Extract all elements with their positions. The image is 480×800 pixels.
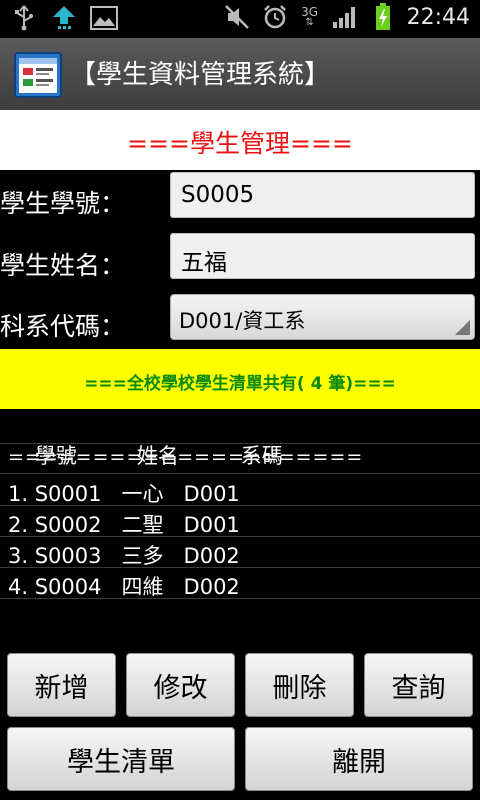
alarm-icon (261, 3, 289, 31)
spinner-arrow-icon (455, 320, 470, 335)
delete-button[interactable]: 刪除 (245, 653, 354, 717)
app-icon (14, 52, 62, 98)
department-spinner-value: D001/資工系 (179, 309, 306, 333)
student-name-input[interactable]: 五福 (170, 233, 475, 279)
divider (0, 567, 480, 568)
divider (0, 598, 480, 599)
divider (0, 536, 480, 537)
divider (0, 505, 480, 506)
mute-icon (223, 3, 251, 31)
department-spinner[interactable]: D001/資工系 (170, 294, 475, 340)
query-button[interactable]: 查詢 (364, 653, 473, 717)
network-type-icon: 3G ⇅ (301, 5, 319, 28)
summary-text: ===全校學校學生清單共有( 4 筆)=== (84, 374, 396, 394)
upload-icon (50, 4, 78, 32)
student-id-label: 學生學號： (0, 189, 126, 218)
list-separator: ===================== (8, 446, 364, 468)
exit-button[interactable]: 離開 (245, 727, 473, 791)
student-id-input[interactable]: S0005 (170, 172, 475, 218)
list-item[interactable]: 1. S0001 一心 D001 (8, 478, 240, 508)
app-title-bar: 【學生資料管理系統】 (0, 38, 480, 111)
app-title: 【學生資料管理系統】 (70, 60, 331, 90)
list-item[interactable]: 3. S0003 三多 D002 (8, 540, 240, 570)
divider (0, 443, 480, 444)
edit-button[interactable]: 修改 (126, 653, 235, 717)
signal-icon (331, 3, 359, 31)
student-list-button[interactable]: 學生清單 (7, 727, 235, 791)
status-bar: 3G ⇅ 22:44 (0, 0, 480, 38)
list-item[interactable]: 2. S0002 二聖 D001 (8, 509, 240, 539)
student-name-label: 學生姓名： (0, 251, 126, 280)
summary-count: 4 (310, 374, 323, 394)
image-icon (90, 4, 118, 32)
list-item[interactable]: 4. S0004 四維 D002 (8, 571, 240, 601)
clock: 22:44 (406, 4, 470, 30)
divider (0, 473, 480, 474)
battery-charging-icon (369, 3, 397, 31)
usb-icon (10, 4, 38, 32)
add-button[interactable]: 新增 (7, 653, 116, 717)
section-title: ===學生管理=== (127, 129, 353, 158)
department-label: 科系代碼： (0, 312, 126, 341)
